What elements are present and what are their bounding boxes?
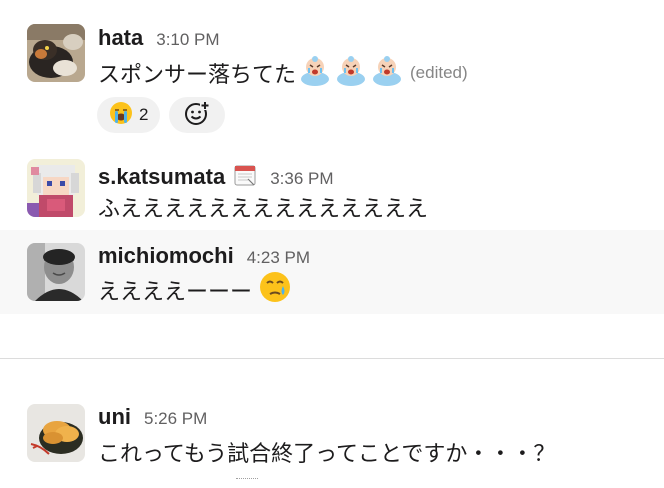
avatar-s-katsumata[interactable]: [27, 159, 85, 217]
message-timestamp[interactable]: 4:23 PM: [247, 248, 310, 268]
message-body: ふええええええええええええええ: [98, 191, 428, 223]
loudly-crying-face-icon: [109, 101, 133, 130]
person-avatar-image: [27, 243, 85, 301]
add-reaction-button[interactable]: [169, 97, 226, 133]
message-hata: hata 3:10 PM スポンサー落ちてた (edited) 2: [0, 0, 664, 150]
author-name[interactable]: uni: [98, 404, 131, 430]
calendar-icon[interactable]: [233, 163, 257, 192]
message-text: ふええええええええええええええ: [98, 196, 429, 221]
edited-label: (edited): [410, 63, 468, 82]
author-name[interactable]: michiomochi: [98, 243, 234, 269]
message-body: スポンサー落ちてた (edited): [98, 56, 468, 90]
pixel-art-avatar-image: [27, 159, 85, 217]
message-text: ええええーーー: [98, 279, 253, 304]
message-uni: uni 5:26 PM これってもう試合終了ってことですか・・・？: [0, 390, 664, 488]
crying-baby-emoji: [370, 53, 404, 93]
more-content-indicator: [236, 478, 258, 479]
avatar-uni[interactable]: [27, 404, 85, 462]
author-name[interactable]: s.katsumata: [98, 164, 225, 190]
message-timestamp[interactable]: 3:36 PM: [270, 169, 333, 189]
crying-baby-emoji: [334, 53, 368, 93]
reaction-count: 2: [139, 105, 149, 124]
face-holding-back-tears-icon: [258, 270, 292, 310]
message-timestamp[interactable]: 5:26 PM: [144, 409, 207, 429]
avatar-michiomochi[interactable]: [27, 243, 85, 301]
reaction-loudly-crying[interactable]: 2: [97, 97, 161, 133]
message-s-katsumata: s.katsumata 3:36 PM ふええええええええええええええ: [0, 150, 664, 230]
day-divider: [0, 358, 664, 359]
message-text: スポンサー落ちてた: [98, 62, 297, 87]
cat-avatar-image: [27, 24, 85, 82]
sushi-avatar-image: [27, 404, 85, 462]
message-text: これってもう試合終了ってことですか・・・？: [98, 441, 556, 466]
crying-baby-emoji: [298, 53, 332, 93]
message-body: ええええーーー: [98, 272, 292, 308]
message-body: これってもう試合終了ってことですか・・・？: [98, 436, 555, 468]
message-timestamp[interactable]: 3:10 PM: [156, 30, 219, 50]
add-reaction-icon: [184, 100, 211, 131]
author-name[interactable]: hata: [98, 25, 143, 51]
message-michiomochi: michiomochi 4:23 PM ええええーーー: [0, 230, 664, 314]
avatar-hata[interactable]: [27, 24, 85, 82]
